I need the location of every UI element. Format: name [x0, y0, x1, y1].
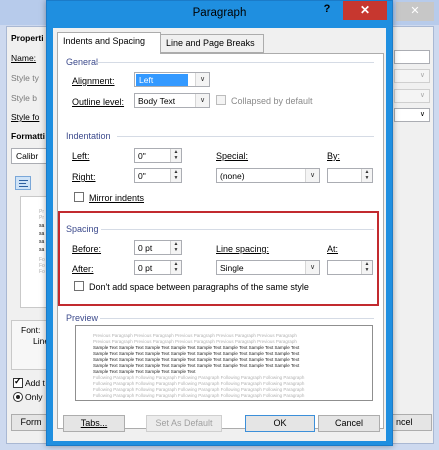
- bg-add-to-label: Add t: [25, 378, 45, 388]
- bg-formatting-label: Formatti: [11, 131, 45, 141]
- bg-font-value: Calibr: [16, 151, 39, 161]
- left-indent-spinner[interactable]: 0" ▲ ▼: [134, 148, 182, 163]
- bg-preview-line: sa: [39, 239, 45, 245]
- bg-style-following-combo[interactable]: ∨: [394, 108, 430, 122]
- mirror-indents-label: Mirror indents: [89, 193, 145, 203]
- bg-only-label: Only: [25, 392, 43, 402]
- spin-arrows-icon[interactable]: ▲ ▼: [170, 241, 181, 254]
- bg-name-field[interactable]: [394, 50, 430, 64]
- right-indent-spinner[interactable]: 0" ▲ ▼: [134, 168, 182, 183]
- spin-arrows-icon[interactable]: ▲ ▼: [361, 261, 372, 274]
- dialog-titlebar[interactable]: Paragraph ? ✕: [47, 1, 392, 28]
- bg-preview-line: sa: [39, 223, 45, 229]
- by-label: By:: [327, 151, 341, 161]
- left-indent-value: 0": [138, 151, 146, 161]
- outline-level-value: Body Text: [138, 96, 176, 106]
- ok-button[interactable]: OK: [245, 415, 315, 432]
- tab-line-and-page-breaks[interactable]: Line and Page Breaks: [160, 34, 264, 53]
- section-divider: [101, 229, 374, 230]
- bg-name-label: Name:: [11, 53, 37, 63]
- after-label: After:: [72, 264, 94, 274]
- bg-preview-line: Pr: [39, 215, 44, 221]
- at-spinner[interactable]: ▲ ▼: [327, 260, 373, 275]
- section-divider: [100, 318, 374, 319]
- preview-line: Following Paragraph Following Paragraph …: [93, 393, 305, 398]
- close-button[interactable]: ✕: [343, 1, 387, 20]
- outline-level-combo[interactable]: Body Text ∨: [134, 93, 210, 108]
- at-label: At:: [327, 244, 339, 254]
- special-label: Special:: [216, 151, 249, 161]
- bg-preview-line: sa: [39, 247, 45, 253]
- before-spinner[interactable]: 0 pt ▲ ▼: [134, 240, 182, 255]
- right-indent-value: 0": [138, 171, 146, 181]
- alignment-combo[interactable]: Left ∨: [134, 72, 210, 87]
- after-spinner[interactable]: 0 pt ▲ ▼: [134, 260, 182, 275]
- dialog-title: Paragraph: [192, 7, 247, 19]
- bg-format-button[interactable]: Form: [11, 414, 51, 431]
- spin-arrows-icon[interactable]: ▲ ▼: [170, 261, 181, 274]
- chevron-down-icon: ∨: [419, 92, 425, 99]
- background-close-button[interactable]: ✕: [396, 2, 434, 21]
- line-spacing-label: Line spacing:: [216, 244, 270, 254]
- align-left-icon[interactable]: [15, 176, 31, 190]
- help-icon[interactable]: ?: [318, 1, 336, 21]
- bg-properties-label: Properti: [11, 33, 44, 43]
- bg-only-radio[interactable]: [13, 392, 23, 402]
- chevron-down-icon: ∨: [419, 72, 425, 79]
- collapsed-label: Collapsed by default: [231, 96, 313, 106]
- spin-arrows-icon[interactable]: ▲ ▼: [170, 169, 181, 182]
- line-spacing-combo[interactable]: Single ∨: [216, 260, 320, 275]
- spacing-section-title: Spacing: [66, 224, 99, 234]
- bg-font-combo[interactable]: Calibr: [11, 148, 47, 164]
- special-value: (none): [220, 171, 245, 181]
- bg-preview-line: sa: [39, 231, 45, 237]
- spin-arrows-icon[interactable]: ▲ ▼: [170, 149, 181, 162]
- mirror-indents-checkbox[interactable]: [74, 192, 84, 202]
- tab-label: Line and Page Breaks: [166, 38, 255, 48]
- bg-style-type-combo[interactable]: ∨: [394, 69, 430, 83]
- set-as-default-button[interactable]: Set As Default: [146, 415, 222, 432]
- bg-font-desc: Font:: [21, 325, 41, 335]
- chevron-down-icon: ∨: [419, 111, 425, 118]
- before-value: 0 pt: [138, 243, 153, 253]
- tabs-button[interactable]: Tabs...: [63, 415, 125, 432]
- after-value: 0 pt: [138, 263, 153, 273]
- preview-pane: Previous Paragraph Previous Paragraph Pr…: [75, 325, 373, 401]
- chevron-down-icon: ∨: [195, 94, 209, 107]
- tab-indents-and-spacing[interactable]: Indents and Spacing: [57, 32, 161, 54]
- preview-section-title: Preview: [66, 313, 99, 323]
- bg-cancel-button[interactable]: ncel: [392, 414, 432, 431]
- bg-style-based-combo[interactable]: ∨: [394, 89, 430, 103]
- bg-style-type-label: Style ty: [11, 73, 39, 83]
- chevron-down-icon: ∨: [305, 261, 319, 274]
- alignment-value: Left: [136, 74, 188, 86]
- right-indent-label: Right:: [72, 172, 96, 182]
- indentation-section-title: Indentation: [66, 131, 111, 141]
- before-label: Before:: [72, 244, 102, 254]
- cancel-button[interactable]: Cancel: [318, 415, 380, 432]
- tab-label: Indents and Spacing: [63, 36, 146, 46]
- bg-style-based-label: Style b: [11, 93, 37, 103]
- section-divider: [117, 136, 374, 137]
- line-spacing-value: Single: [220, 263, 244, 273]
- bg-preview-line: Fo: [39, 269, 45, 275]
- bg-style-following-label: Style fo: [11, 112, 40, 122]
- dont-add-space-checkbox[interactable]: [74, 281, 84, 291]
- outline-level-label: Outline level:: [72, 97, 125, 107]
- special-combo[interactable]: (none) ∨: [216, 168, 320, 183]
- bg-add-to-checkbox[interactable]: ✓: [13, 376, 23, 388]
- collapsed-checkbox[interactable]: [216, 95, 226, 105]
- bg-description-box: Font: Line: [11, 320, 49, 370]
- chevron-down-icon: ∨: [305, 169, 319, 182]
- chevron-down-icon: ∨: [195, 73, 209, 86]
- left-indent-label: Left:: [72, 151, 90, 161]
- spin-arrows-icon[interactable]: ▲ ▼: [361, 169, 372, 182]
- by-spinner[interactable]: ▲ ▼: [327, 168, 373, 183]
- general-section-title: General: [66, 57, 99, 67]
- section-divider: [96, 62, 374, 63]
- dont-add-space-label: Don't add space between paragraphs of th…: [89, 282, 309, 292]
- alignment-label: Alignment:: [72, 76, 115, 86]
